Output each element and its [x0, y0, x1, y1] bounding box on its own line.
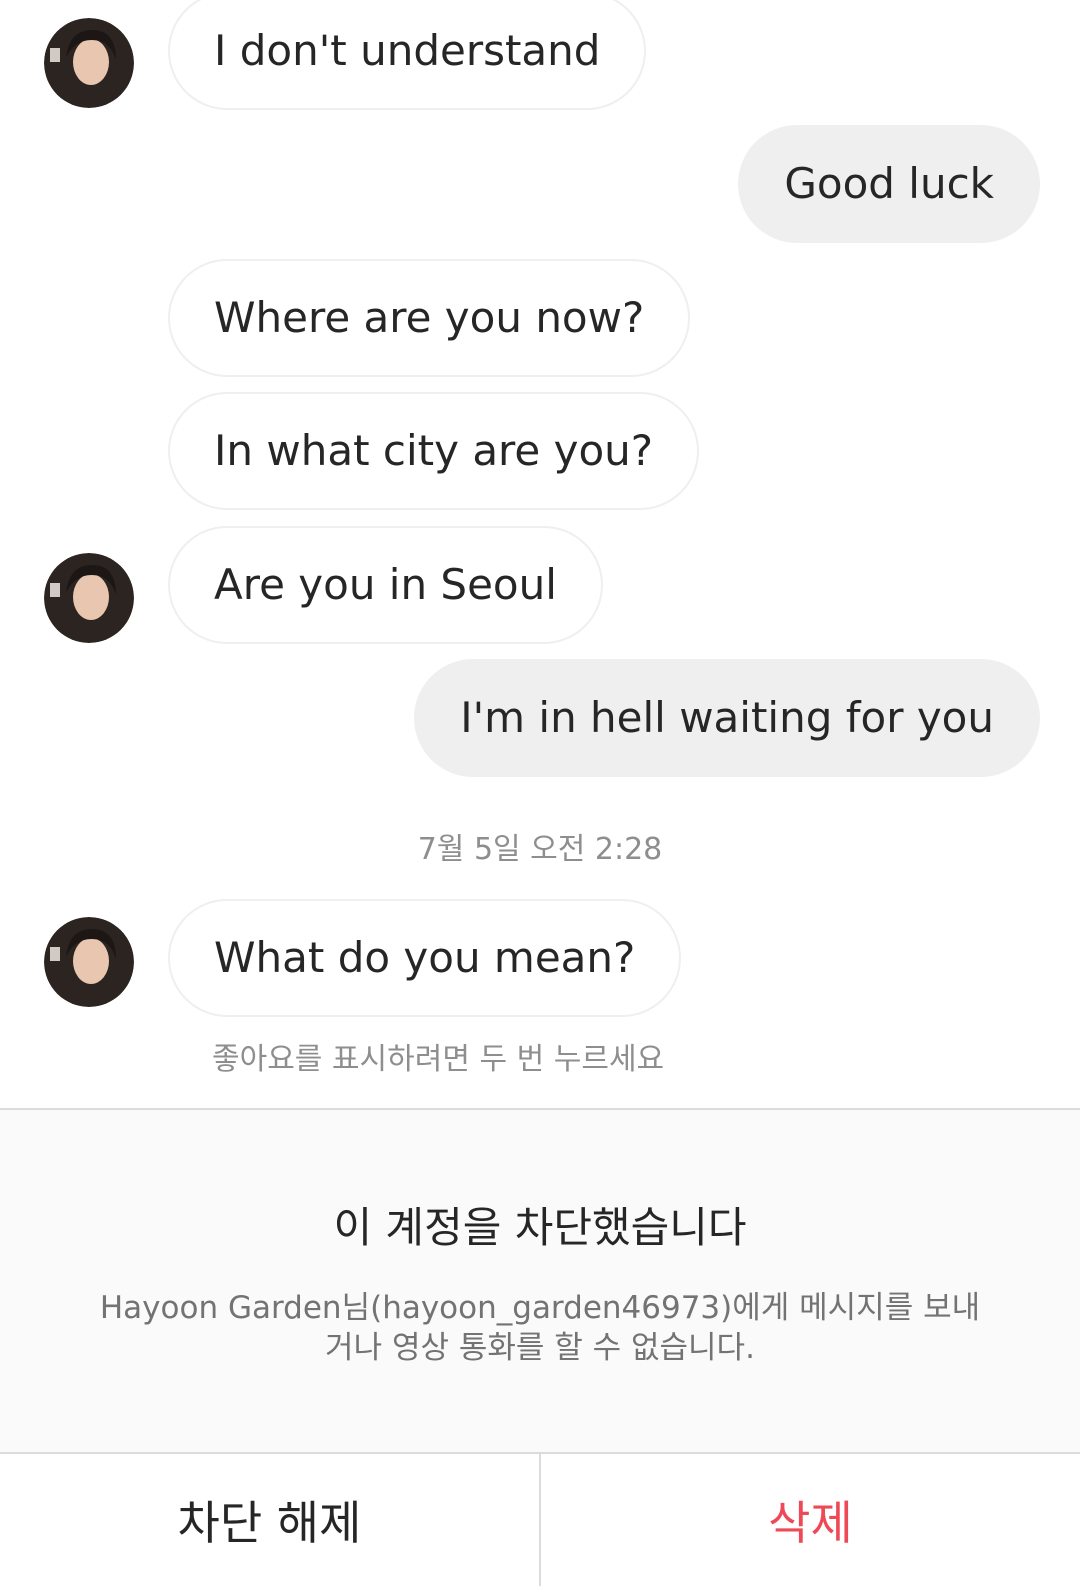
message-bubble-incoming[interactable]: Are you in Seoul	[168, 526, 603, 644]
message-timestamp: 7월 5일 오전 2:28	[417, 832, 663, 867]
unblock-button[interactable]: 차단 해제	[0, 1454, 541, 1586]
avatar[interactable]	[44, 553, 134, 643]
message-text: Are you in Seoul	[214, 560, 557, 609]
message-text: Where are you now?	[214, 293, 645, 342]
delete-button[interactable]: 삭제	[541, 1454, 1080, 1586]
message-bubble-incoming[interactable]: I don't understand	[168, 0, 647, 110]
avatar[interactable]	[44, 917, 134, 1007]
message-bubble-incoming[interactable]: In what city are you?	[168, 392, 700, 510]
blocked-title: 이 계정을 차단했습니다	[333, 1203, 747, 1252]
message-bubble-incoming[interactable]: What do you mean?	[168, 899, 682, 1017]
like-hint: 좋아요를 표시하려면 두 번 누르세요	[212, 1042, 665, 1077]
action-bar: 차단 해제 삭제	[0, 1452, 1080, 1586]
dm-thread: I don't understand Good luck Where are y…	[0, 0, 1080, 1586]
message-bubble-incoming[interactable]: Where are you now?	[168, 259, 691, 377]
message-bubble-outgoing[interactable]: I'm in hell waiting for you	[414, 659, 1040, 777]
avatar[interactable]	[44, 18, 134, 108]
blocked-account-panel: 이 계정을 차단했습니다 Hayoon Garden님(hayoon_garde…	[0, 1108, 1080, 1452]
blocked-description: Hayoon Garden님(hayoon_garden46973)에게 메시지…	[99, 1290, 981, 1366]
message-text: What do you mean?	[214, 933, 636, 982]
message-text: I'm in hell waiting for you	[460, 693, 994, 742]
message-text: In what city are you?	[214, 426, 654, 475]
message-bubble-outgoing[interactable]: Good luck	[738, 125, 1040, 243]
message-text: I don't understand	[214, 26, 601, 75]
message-text: Good luck	[784, 159, 994, 208]
